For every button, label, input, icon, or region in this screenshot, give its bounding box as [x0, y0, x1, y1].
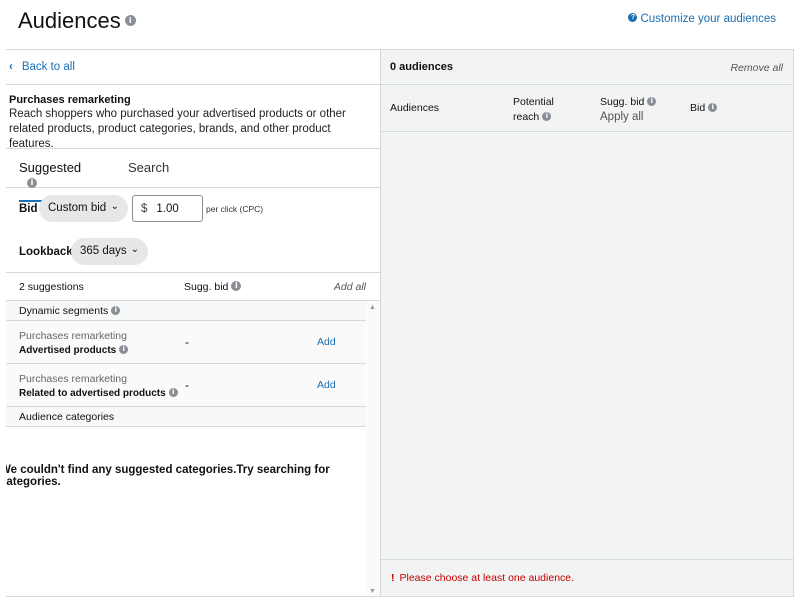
selected-audiences-columns: Audiences Potential reach i Sugg. bid i Appl… — [381, 85, 793, 132]
back-bar: ‹ Back to all — [6, 50, 380, 85]
chevron-down-icon: ⌄ — [110, 201, 119, 212]
column-header-potential-reach: Potential reach i — [513, 96, 554, 123]
group-header-dynamic-segments: Dynamic segments i — [6, 301, 366, 321]
add-button[interactable]: Add — [317, 379, 336, 391]
chevron-down-icon: ⌄ — [130, 244, 139, 255]
help-icon: ? — [628, 13, 638, 23]
page-title: Audiences i — [18, 8, 136, 34]
error-message: ! Please choose at least one audience. — [391, 572, 575, 584]
chevron-left-icon: ‹ — [9, 61, 13, 73]
list-item: Purchases remarketing Advertised product… — [6, 321, 366, 364]
info-icon[interactable]: i — [542, 111, 552, 121]
exclamation-icon: ! — [391, 572, 395, 584]
lookback-label: Lookback — [19, 246, 73, 258]
suggestions-header: 2 suggestions Sugg. bid i Add all — [6, 272, 380, 301]
audience-picker-panel: ‹ Back to all Purchases remarketing Reach… — [6, 49, 381, 598]
lookback-row: Lookback 365 days ⌄ — [6, 238, 380, 268]
scrollbar[interactable]: ▲ ▼ — [367, 301, 380, 598]
info-icon[interactable]: i — [231, 281, 242, 292]
item-sugg-bid: - — [185, 335, 189, 349]
description-title: Purchases remarketing — [9, 94, 131, 106]
page-header: Audiences i ? Customize your audiences — [0, 0, 800, 48]
scroll-down-icon[interactable]: ▼ — [369, 588, 376, 595]
info-icon[interactable]: i — [708, 102, 718, 112]
info-icon[interactable]: i — [647, 96, 657, 106]
sugg-bid-column-header: Sugg. bid i — [184, 281, 242, 293]
remove-all-button[interactable]: Remove all — [730, 62, 783, 74]
column-header-sugg-bid: Sugg. bid i Apply all — [600, 95, 657, 125]
audiences-count: 0 audiences — [390, 61, 453, 73]
back-to-all-link[interactable]: ‹ Back to all — [9, 61, 75, 73]
currency-symbol: $ — [141, 203, 148, 215]
add-all-button[interactable]: Add all — [334, 281, 366, 293]
tab-bar: Suggestedi Search — [6, 150, 380, 202]
info-icon[interactable]: i — [111, 305, 121, 315]
column-header-audiences: Audiences — [390, 102, 440, 114]
suggestions-list: Dynamic segments i Purchases remarketing … — [6, 301, 366, 598]
bottom-divider — [6, 596, 794, 597]
customize-audiences-link[interactable]: ? Customize your audiences — [628, 13, 776, 25]
suggestions-count: 2 suggestions — [19, 281, 84, 293]
list-item: Purchases remarketing Related to adverti… — [6, 364, 366, 407]
bid-label: Bid — [19, 203, 38, 215]
bid-amount-input[interactable]: $1.00 — [132, 195, 203, 222]
lookback-dropdown[interactable]: 365 days ⌄ — [71, 238, 148, 265]
validation-footer: ! Please choose at least one audience. — [381, 559, 793, 597]
add-button[interactable]: Add — [317, 336, 336, 348]
selected-audiences-panel: 0 audiences Remove all Audiences Potenti… — [381, 49, 794, 597]
apply-all-button[interactable]: Apply all — [600, 111, 643, 123]
info-icon[interactable]: i — [119, 344, 129, 354]
info-icon[interactable]: i — [168, 387, 178, 397]
item-sugg-bid: - — [185, 378, 189, 392]
item-category: Purchases remarketing — [19, 373, 127, 385]
item-name: Related to advertised products i — [19, 387, 178, 399]
description-body: Reach shoppers who purchased your advert… — [9, 108, 346, 150]
audience-description: Purchases remarketing Reach shoppers who… — [6, 85, 380, 150]
tab-search[interactable]: Search — [128, 160, 169, 175]
group-header-audience-categories: Audience categories — [6, 407, 366, 427]
bid-row: Bid Custom bid ⌄ $1.00 per click (CPC) — [6, 195, 380, 225]
info-icon[interactable]: i — [124, 14, 136, 26]
info-icon[interactable]: i — [27, 177, 37, 188]
item-category: Purchases remarketing — [19, 330, 127, 342]
item-name: Advertised products i — [19, 344, 129, 356]
column-header-bid: Bid i — [690, 102, 718, 114]
empty-categories-message: We couldn't find any suggested categorie… — [6, 464, 330, 488]
selected-audiences-header: 0 audiences Remove all — [381, 50, 793, 85]
bid-unit-label: per click (CPC) — [206, 204, 264, 214]
bid-type-dropdown[interactable]: Custom bid ⌄ — [39, 195, 128, 222]
scroll-up-icon[interactable]: ▲ — [369, 304, 376, 311]
